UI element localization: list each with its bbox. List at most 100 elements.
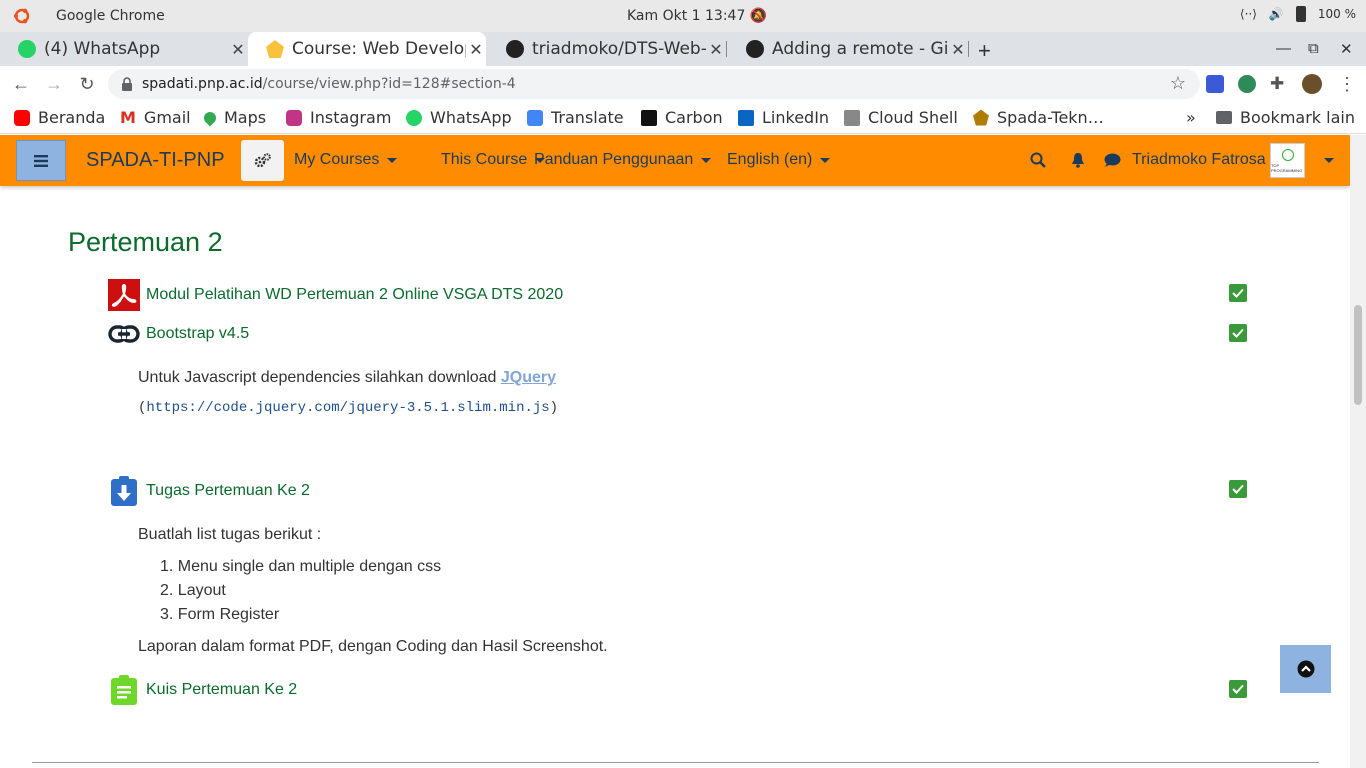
settings-button[interactable]: [241, 140, 284, 181]
bookmark-instagram[interactable]: Instagram: [286, 108, 391, 127]
extension-printer-icon[interactable]: [1206, 75, 1224, 93]
bookmark-carbon[interactable]: Carbon: [641, 108, 723, 127]
close-tab-icon[interactable]: ✕: [948, 40, 968, 59]
bookmark-label: Instagram: [310, 108, 392, 127]
activity-link[interactable]: Tugas Pertemuan Ke 2: [146, 482, 310, 500]
url-text: spadati.pnp.ac.id/course/view.php?id=128…: [142, 76, 516, 92]
check-icon: [1232, 684, 1244, 694]
menu-label: Panduan Penggunaan: [534, 151, 694, 168]
restore-button[interactable]: ⧉: [1308, 40, 1319, 57]
search-icon[interactable]: [1030, 152, 1046, 168]
linkedin-icon: [738, 109, 754, 126]
close-tab-icon[interactable]: ✕: [706, 40, 726, 59]
tab-whatsapp[interactable]: (4) WhatsApp ✕: [0, 32, 248, 66]
activity-kuis[interactable]: Kuis Pertemuan Ke 2: [108, 674, 297, 706]
menu-language[interactable]: English (en): [727, 151, 831, 169]
clock[interactable]: Kam Okt 1 13:47 🔕: [627, 8, 767, 24]
avatar-text: TOP PROGRAMMING: [1271, 162, 1303, 173]
menu-this-course[interactable]: This Course: [441, 151, 546, 169]
close-window-button[interactable]: ✕: [1340, 40, 1353, 58]
github-icon: [506, 40, 524, 58]
activity-tugas[interactable]: Tugas Pertemuan Ke 2: [108, 475, 310, 507]
caret-down-icon: [820, 157, 831, 163]
bookmark-translate[interactable]: Translate: [527, 108, 624, 127]
extension-globe-icon[interactable]: [1238, 75, 1256, 93]
drawer-toggle-button[interactable]: [16, 140, 66, 181]
jquery-link[interactable]: JQuery: [501, 369, 556, 386]
tugas-list-item: 1. Menu single dan multiple dengan css: [160, 558, 442, 575]
page-scrollbar[interactable]: [1350, 135, 1366, 768]
back-to-top-button[interactable]: [1280, 645, 1331, 693]
activity-modul-pdf[interactable]: Modul Pelatihan WD Pertemuan 2 Online VS…: [108, 279, 563, 311]
message-bubble-icon[interactable]: [1104, 153, 1121, 168]
volume-icon: 🔊: [1268, 7, 1284, 21]
tab-github-remote[interactable]: Adding a remote - GitH ✕: [728, 32, 968, 66]
minimize-button[interactable]: —: [1276, 40, 1291, 57]
scrollbar-thumb[interactable]: [1354, 305, 1362, 405]
system-tray[interactable]: ⟨··⟩ 🔊 100 %: [1240, 6, 1356, 22]
lock-icon[interactable]: [120, 76, 134, 92]
reload-button[interactable]: ↻: [76, 74, 98, 96]
jquery-url-code: https://code.jquery.com/jquery-3.5.1.sli…: [146, 400, 550, 416]
menu-my-courses[interactable]: My Courses: [294, 151, 398, 169]
bookmark-label: Bookmark lain: [1240, 108, 1355, 127]
new-tab-button[interactable]: +: [978, 38, 991, 64]
assignment-icon: [108, 475, 140, 507]
menu-panduan[interactable]: Panduan Penggunaan: [534, 151, 712, 169]
activity-bootstrap-url[interactable]: Bootstrap v4.5: [108, 318, 249, 350]
menu-label: My Courses: [294, 151, 380, 168]
check-icon: [1232, 288, 1244, 298]
bookmark-star-icon[interactable]: ☆: [1170, 73, 1186, 94]
bookmark-cloud-shell[interactable]: Cloud Shell: [844, 108, 958, 127]
user-avatar[interactable]: TOP PROGRAMMING: [1270, 143, 1305, 178]
bookmark-whatsapp[interactable]: WhatsApp: [406, 108, 512, 127]
user-name[interactable]: Triadmoko Fatrosa: [1132, 151, 1266, 169]
active-app-name[interactable]: Google Chrome: [56, 8, 165, 24]
site-brand-link[interactable]: SPADA-TI-PNP: [86, 149, 225, 172]
extensions-puzzle-icon[interactable]: ✚: [1270, 74, 1292, 96]
chrome-menu-icon[interactable]: ⋮: [1338, 74, 1360, 96]
bootstrap-description: Untuk Javascript dependencies silahkan d…: [138, 369, 556, 387]
tab-github-repo[interactable]: triadmoko/DTS-Web-D ✕: [488, 32, 726, 66]
back-button[interactable]: ←: [10, 74, 32, 96]
bookmark-spada[interactable]: Spada-Tekn…: [973, 108, 1104, 127]
tugas-list-item: 2. Layout: [160, 582, 226, 599]
bookmark-other-folder[interactable]: Bookmark lain: [1216, 108, 1355, 127]
omnibox[interactable]: spadati.pnp.ac.id/course/view.php?id=128…: [108, 69, 1200, 99]
tab-title: triadmoko/DTS-Web-D: [532, 39, 706, 59]
bookmark-maps[interactable]: Maps: [201, 108, 267, 127]
bookmark-label: Cloud Shell: [868, 108, 958, 127]
activity-link[interactable]: Kuis Pertemuan Ke 2: [146, 681, 297, 699]
bookmark-label: LinkedIn: [762, 108, 830, 127]
url-host: spadati.pnp.ac.id: [142, 76, 263, 92]
moodle-icon: [266, 40, 284, 58]
profile-avatar[interactable]: [1302, 74, 1322, 94]
bookmark-gmail[interactable]: M Gmail: [120, 108, 191, 127]
youtube-icon: [14, 109, 30, 126]
bookmarks-overflow-button[interactable]: »: [1186, 108, 1196, 127]
bookmark-label: Maps: [224, 108, 267, 127]
bookmark-linkedin[interactable]: LinkedIn: [738, 108, 829, 127]
bookmark-label: WhatsApp: [430, 108, 512, 127]
activity-link[interactable]: Bootstrap v4.5: [146, 325, 249, 343]
ubuntu-logo-icon[interactable]: [12, 6, 32, 26]
activity-link[interactable]: Modul Pelatihan WD Pertemuan 2 Online VS…: [146, 286, 563, 304]
tugas-list-item: 3. Form Register: [160, 606, 280, 623]
moodle-icon: [973, 109, 989, 126]
tab-course[interactable]: Course: Web Develope ✕: [248, 32, 486, 66]
bookmarks-bar: Beranda M Gmail Maps Instagram WhatsApp T…: [0, 102, 1366, 134]
close-tab-icon[interactable]: ✕: [228, 40, 248, 59]
completion-checkbox[interactable]: [1229, 284, 1247, 302]
user-menu-caret-icon[interactable]: [1324, 158, 1334, 163]
caret-down-icon: [701, 157, 712, 163]
completion-checkbox[interactable]: [1229, 324, 1247, 342]
bookmark-beranda[interactable]: Beranda: [14, 108, 105, 127]
notification-bell-icon[interactable]: [1071, 152, 1085, 168]
folder-icon: [1216, 111, 1232, 124]
completion-checkbox[interactable]: [1229, 680, 1247, 698]
completion-checkbox[interactable]: [1229, 480, 1247, 498]
close-tab-icon[interactable]: ✕: [466, 40, 486, 59]
tab-title: Adding a remote - GitH: [772, 39, 948, 59]
forward-button[interactable]: →: [43, 74, 65, 96]
translate-icon: [527, 109, 543, 126]
